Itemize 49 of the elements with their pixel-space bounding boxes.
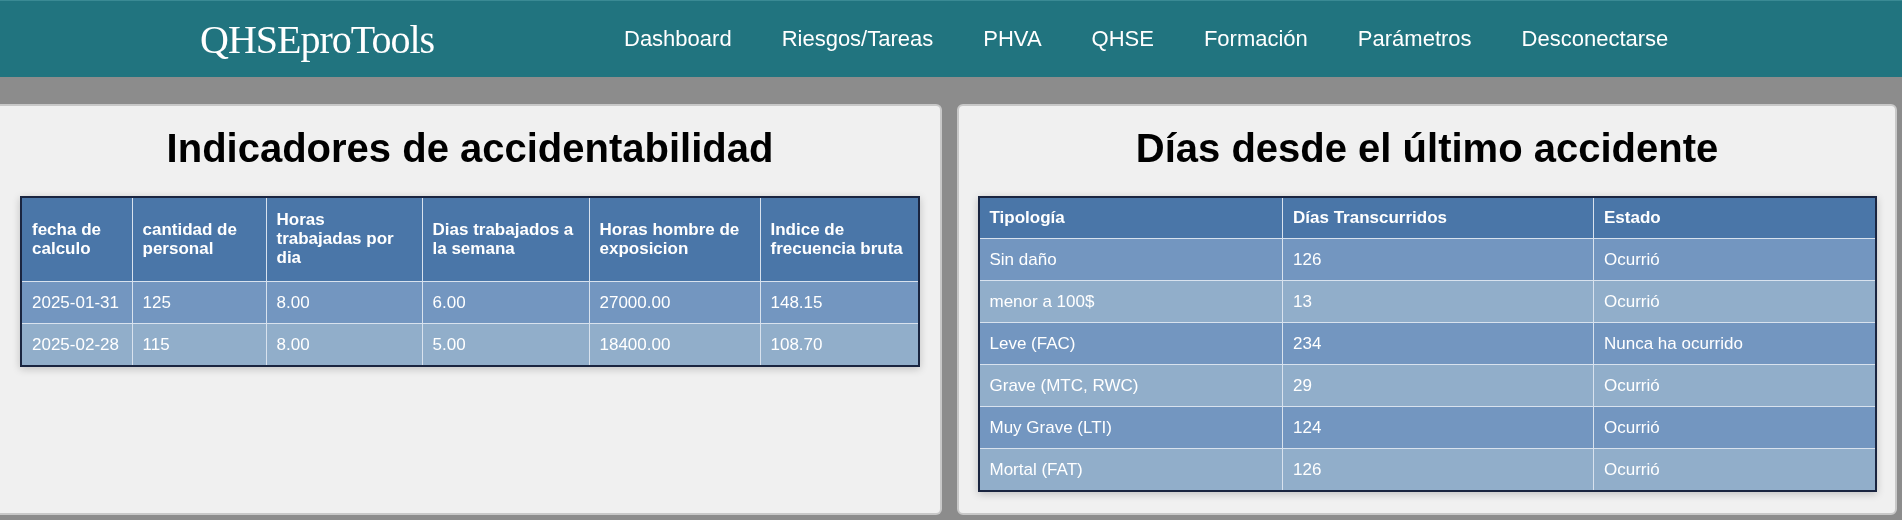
column-header: Horas trabajadas por dia bbox=[266, 197, 422, 282]
table-cell: 29 bbox=[1282, 364, 1594, 407]
table-cell: 6.00 bbox=[422, 281, 589, 324]
column-header: Indice de frecuencia bruta bbox=[760, 197, 919, 282]
table-cell: 115 bbox=[132, 323, 266, 366]
table-cell: 5.00 bbox=[422, 323, 589, 366]
table-cell: 234 bbox=[1282, 322, 1594, 365]
table-cell: Ocurrió bbox=[1593, 364, 1876, 407]
table-cell: menor a 100$ bbox=[978, 280, 1283, 323]
column-header: Dias trabajados a la semana bbox=[422, 197, 589, 282]
panel-title: Días desde el último accidente bbox=[1135, 126, 1719, 171]
table-cell: 125 bbox=[132, 281, 266, 324]
column-header: fecha de calculo bbox=[21, 197, 132, 282]
logo[interactable]: QHSEproTools bbox=[200, 15, 624, 63]
table-cell: Muy Grave (LTI) bbox=[978, 406, 1283, 449]
table-cell: Ocurrió bbox=[1593, 448, 1876, 491]
table-cell: 2025-01-31 bbox=[21, 281, 132, 324]
nav-link[interactable]: Parámetros bbox=[1357, 26, 1472, 52]
panel-title: Indicadores de accidentabilidad bbox=[166, 126, 774, 171]
table-cell: Ocurrió bbox=[1593, 280, 1876, 323]
table-cell: 108.70 bbox=[760, 323, 919, 366]
table-cell: 2025-02-28 bbox=[21, 323, 132, 366]
nav-link[interactable]: Dashboard bbox=[624, 26, 732, 52]
table-cell: 126 bbox=[1282, 448, 1594, 491]
column-header: Tipología bbox=[978, 197, 1283, 239]
nav-link[interactable]: PHVA bbox=[983, 26, 1042, 52]
table-cell: 148.15 bbox=[760, 281, 919, 324]
table-cell: Grave (MTC, RWC) bbox=[978, 364, 1283, 407]
column-header: Horas hombre de exposicion bbox=[589, 197, 760, 282]
column-header: Estado bbox=[1593, 197, 1876, 239]
table-cell: 13 bbox=[1282, 280, 1594, 323]
table-cell: 124 bbox=[1282, 406, 1594, 449]
table-cell: Mortal (FAT) bbox=[978, 448, 1283, 491]
table-cell: Leve (FAC) bbox=[978, 322, 1283, 365]
nav-link[interactable]: Desconectarse bbox=[1521, 26, 1669, 52]
table-cell: Nunca ha ocurrido bbox=[1593, 322, 1876, 365]
table-cell: 8.00 bbox=[266, 323, 422, 366]
table-cell: 18400.00 bbox=[589, 323, 760, 366]
table-cell: Ocurrió bbox=[1593, 238, 1876, 281]
table-cell: Sin daño bbox=[978, 238, 1283, 281]
table-cell: Ocurrió bbox=[1593, 406, 1876, 449]
table-cell: 8.00 bbox=[266, 281, 422, 324]
column-header: cantidad de personal bbox=[132, 197, 266, 282]
nav-link[interactable]: QHSE bbox=[1091, 26, 1154, 52]
nav-link[interactable]: Riesgos/Tareas bbox=[781, 26, 934, 52]
nav-link[interactable]: Formación bbox=[1203, 26, 1308, 52]
table-cell: 27000.00 bbox=[589, 281, 760, 324]
table-cell: 126 bbox=[1282, 238, 1594, 281]
column-header: Días Transcurridos bbox=[1282, 197, 1594, 239]
